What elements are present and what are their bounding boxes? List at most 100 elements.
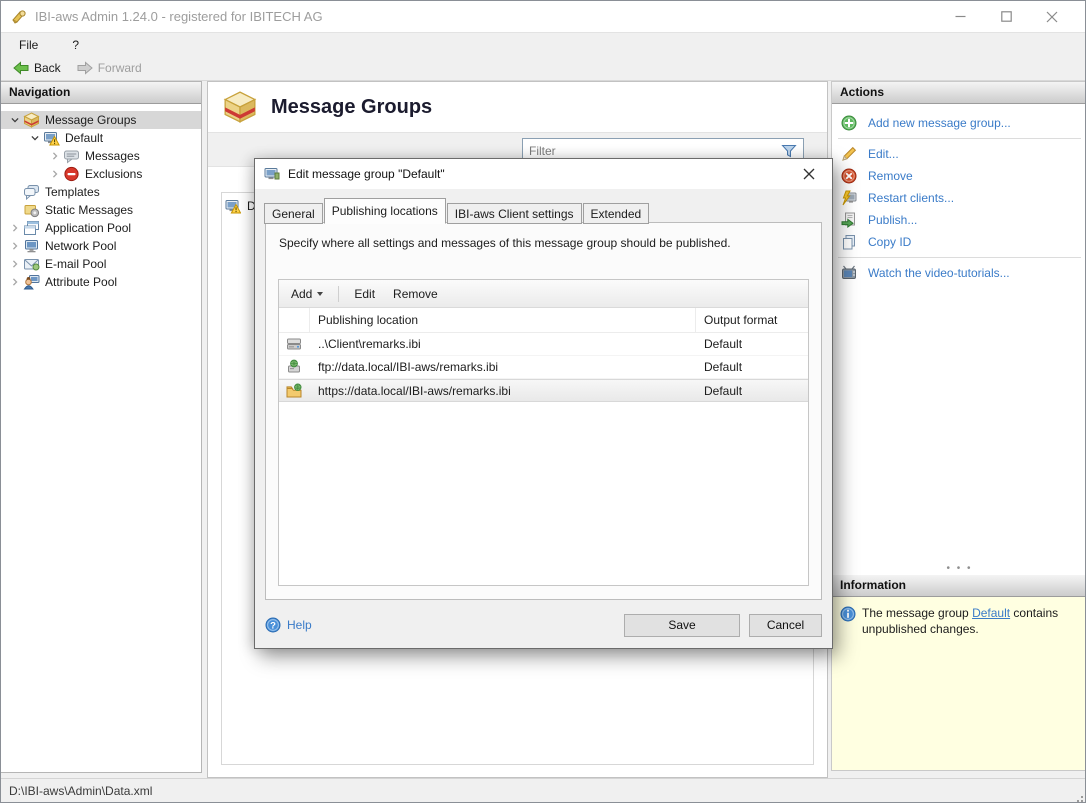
- chevron-right-icon[interactable]: [7, 274, 23, 290]
- action-add-new-message-group[interactable]: Add new message group...: [832, 112, 1085, 134]
- dialog-monitor-icon: [264, 168, 280, 180]
- navigation-header: Navigation: [1, 82, 201, 104]
- menu-item-file[interactable]: File: [15, 36, 42, 54]
- chevron-right-icon[interactable]: [47, 148, 63, 164]
- edit-button[interactable]: Edit: [351, 285, 378, 303]
- filter-input[interactable]: [529, 143, 781, 158]
- tree-item-network-pool[interactable]: Network Pool: [1, 237, 201, 255]
- close-icon: [1046, 11, 1058, 22]
- dialog-footer: ? Help Save Cancel: [265, 612, 822, 638]
- divider: [838, 138, 1081, 139]
- panel-splitter-handle[interactable]: • • •: [832, 564, 1085, 574]
- remove-button[interactable]: Remove: [390, 285, 441, 303]
- tab-extended[interactable]: Extended: [582, 203, 650, 224]
- tree-item-exclusions[interactable]: Exclusions: [1, 165, 201, 183]
- tree-item-messages[interactable]: Messages: [1, 147, 201, 165]
- action-restart-clients[interactable]: Restart clients...: [832, 187, 1085, 209]
- forward-button[interactable]: Forward: [71, 58, 148, 78]
- nav-toolbar: Back Forward: [1, 56, 1085, 81]
- divider: [838, 257, 1081, 258]
- messages-icon: [64, 150, 79, 164]
- chevron-down-icon[interactable]: [27, 130, 43, 146]
- column-publishing-location[interactable]: Publishing location: [309, 308, 696, 332]
- help-label: Help: [287, 618, 312, 632]
- chevron-right-icon[interactable]: [7, 220, 23, 236]
- tree-item-static-messages[interactable]: Static Messages: [1, 201, 201, 219]
- save-button[interactable]: Save: [624, 613, 740, 637]
- information-panel: Information The message group Default co…: [832, 575, 1085, 770]
- row-location: https://data.local/IBI-aws/remarks.ibi: [318, 383, 511, 398]
- info-text-before: The message group: [862, 606, 973, 620]
- action-watch-video-tutorials[interactable]: Watch the video-tutorials...: [832, 262, 1085, 284]
- default-group-icon: [44, 132, 60, 146]
- app-window: IBI-aws Admin 1.24.0 - registered for IB…: [0, 0, 1086, 803]
- column-output-format[interactable]: Output format: [696, 308, 808, 332]
- action-publish[interactable]: Publish...: [832, 209, 1085, 231]
- row-format: Default: [704, 360, 743, 374]
- action-label: Edit...: [868, 147, 899, 161]
- add-icon: [841, 115, 857, 131]
- action-label: Watch the video-tutorials...: [868, 266, 1010, 280]
- dropdown-caret-icon: [317, 291, 324, 296]
- tree-item-email-pool[interactable]: E-mail Pool: [1, 255, 201, 273]
- static-messages-icon: [24, 205, 40, 218]
- dialog-titlebar: Edit message group "Default": [255, 159, 832, 189]
- message-groups-icon: [223, 91, 257, 123]
- add-button[interactable]: Add: [288, 285, 326, 303]
- default-group-link[interactable]: Default: [972, 606, 1010, 620]
- actions-list: Add new message group... Edit... Remove …: [832, 104, 1085, 284]
- table-header: Publishing location Output format: [279, 308, 808, 333]
- information-body: The message group Default contains unpub…: [832, 597, 1085, 770]
- chevron-right-icon[interactable]: [7, 256, 23, 272]
- resize-grip[interactable]: [1081, 796, 1083, 798]
- chevron-down-icon[interactable]: [7, 112, 23, 128]
- main-header: Message Groups: [208, 82, 827, 132]
- ftp-drive-icon: [288, 359, 300, 373]
- back-button[interactable]: Back: [7, 58, 67, 78]
- publishing-locations-list: Add Edit Remove Publishing location Outp…: [278, 279, 809, 586]
- actions-panel: Actions Add new message group... Edit...…: [831, 81, 1085, 771]
- chevron-right-icon[interactable]: [47, 166, 63, 182]
- tree-item-label: Attribute Pool: [45, 275, 118, 289]
- dialog-close-button[interactable]: [795, 162, 823, 186]
- edit-button-label: Edit: [354, 286, 376, 301]
- tree-item-message-groups[interactable]: Message Groups: [1, 111, 201, 129]
- cancel-button[interactable]: Cancel: [749, 613, 822, 637]
- help-link[interactable]: ? Help: [265, 617, 312, 633]
- menu-item-help[interactable]: ?: [68, 36, 83, 54]
- action-label: Publish...: [868, 213, 918, 227]
- filter-funnel-icon[interactable]: [781, 143, 797, 159]
- tree-item-default[interactable]: Default: [1, 129, 201, 147]
- tree-item-label: Messages: [85, 149, 140, 163]
- navigation-panel: Navigation Message Groups Default Messag…: [1, 81, 202, 773]
- action-remove[interactable]: Remove: [832, 165, 1085, 187]
- forward-label: Forward: [97, 61, 142, 75]
- tree-item-templates[interactable]: Templates: [1, 183, 201, 201]
- minimize-button[interactable]: [937, 2, 983, 32]
- tree-item-application-pool[interactable]: Application Pool: [1, 219, 201, 237]
- tab-publishing-locations[interactable]: Publishing locations: [323, 198, 446, 224]
- tab-general[interactable]: General: [264, 203, 323, 224]
- tree-item-attribute-pool[interactable]: Attribute Pool: [1, 273, 201, 291]
- close-button[interactable]: [1029, 2, 1075, 32]
- maximize-button[interactable]: [983, 2, 1029, 32]
- tree-item-label: Default: [65, 131, 104, 145]
- table-row-ftp[interactable]: ftp://data.local/IBI-aws/remarks.ibi Def…: [279, 356, 808, 379]
- message-groups-icon: [23, 112, 40, 128]
- maximize-icon: [1000, 11, 1012, 22]
- table-row-https[interactable]: https://data.local/IBI-aws/remarks.ibi D…: [279, 379, 808, 402]
- dialog-title: Edit message group "Default": [288, 167, 445, 181]
- tree-item-label: Static Messages: [45, 203, 134, 217]
- attribute-pool-icon: [23, 275, 40, 290]
- default-group-icon: [225, 199, 241, 213]
- edit-message-group-dialog: Edit message group "Default" General Pub…: [254, 158, 833, 649]
- chevron-right-icon[interactable]: [7, 238, 23, 254]
- tab-ibi-aws-client-settings[interactable]: IBI-aws Client settings: [446, 203, 582, 224]
- table-row-local[interactable]: ..\Client\remarks.ibi Default: [279, 333, 808, 356]
- tree-item-label: Network Pool: [45, 239, 117, 253]
- toolbar-separator: [338, 285, 340, 302]
- action-edit[interactable]: Edit...: [832, 143, 1085, 165]
- action-copy-id[interactable]: Copy ID: [832, 231, 1085, 253]
